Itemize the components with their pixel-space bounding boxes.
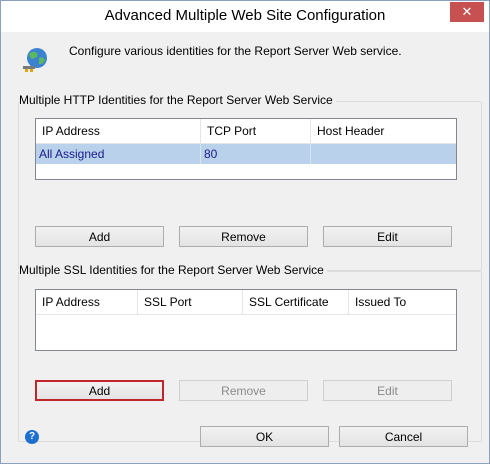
ssl-remove-button[interactable]: Remove <box>179 380 308 401</box>
ssl-edit-button[interactable]: Edit <box>323 380 452 401</box>
http-identities-group: Multiple HTTP Identities for the Report … <box>18 93 482 271</box>
column-header-tcp-port[interactable]: TCP Port <box>201 119 311 143</box>
column-header-ssl-certificate[interactable]: SSL Certificate <box>243 290 349 314</box>
http-group-label: Multiple HTTP Identities for the Report … <box>19 93 336 107</box>
table-row[interactable]: All Assigned 80 <box>36 144 456 164</box>
ssl-add-button[interactable]: Add <box>35 380 164 401</box>
ssl-group-label: Multiple SSL Identities for the Report S… <box>19 263 327 277</box>
intro-text: Configure various identities for the Rep… <box>69 44 402 58</box>
column-header-ip-address[interactable]: IP Address <box>36 290 138 314</box>
cancel-button[interactable]: Cancel <box>339 426 468 447</box>
http-edit-button[interactable]: Edit <box>323 226 452 247</box>
http-add-button[interactable]: Add <box>35 226 164 247</box>
column-header-ssl-port[interactable]: SSL Port <box>138 290 243 314</box>
http-remove-button[interactable]: Remove <box>179 226 308 247</box>
column-header-host-header[interactable]: Host Header <box>311 119 456 143</box>
ok-button[interactable]: OK <box>200 426 329 447</box>
http-identities-list[interactable]: IP Address TCP Port Host Header All Assi… <box>35 118 457 180</box>
cell-tcp-port: 80 <box>201 144 311 164</box>
column-header-ip-address[interactable]: IP Address <box>36 119 201 143</box>
close-icon[interactable]: ✕ <box>450 2 484 22</box>
window-title: Advanced Multiple Web Site Configuration <box>104 7 386 24</box>
ssl-identities-list[interactable]: IP Address SSL Port SSL Certificate Issu… <box>35 289 457 351</box>
dialog-window: Advanced Multiple Web Site Configuration… <box>0 0 490 464</box>
http-list-header: IP Address TCP Port Host Header <box>36 119 456 144</box>
globe-network-icon <box>23 48 47 72</box>
column-header-issued-to[interactable]: Issued To <box>349 290 456 314</box>
ssl-identities-group: Multiple SSL Identities for the Report S… <box>18 263 482 442</box>
ssl-list-header: IP Address SSL Port SSL Certificate Issu… <box>36 290 456 315</box>
title-bar: Advanced Multiple Web Site Configuration… <box>1 1 489 32</box>
dialog-body: Configure various identities for the Rep… <box>9 32 482 456</box>
help-icon[interactable]: ? <box>25 430 39 444</box>
cell-ip-address: All Assigned <box>36 144 201 164</box>
cell-host-header <box>311 144 456 164</box>
